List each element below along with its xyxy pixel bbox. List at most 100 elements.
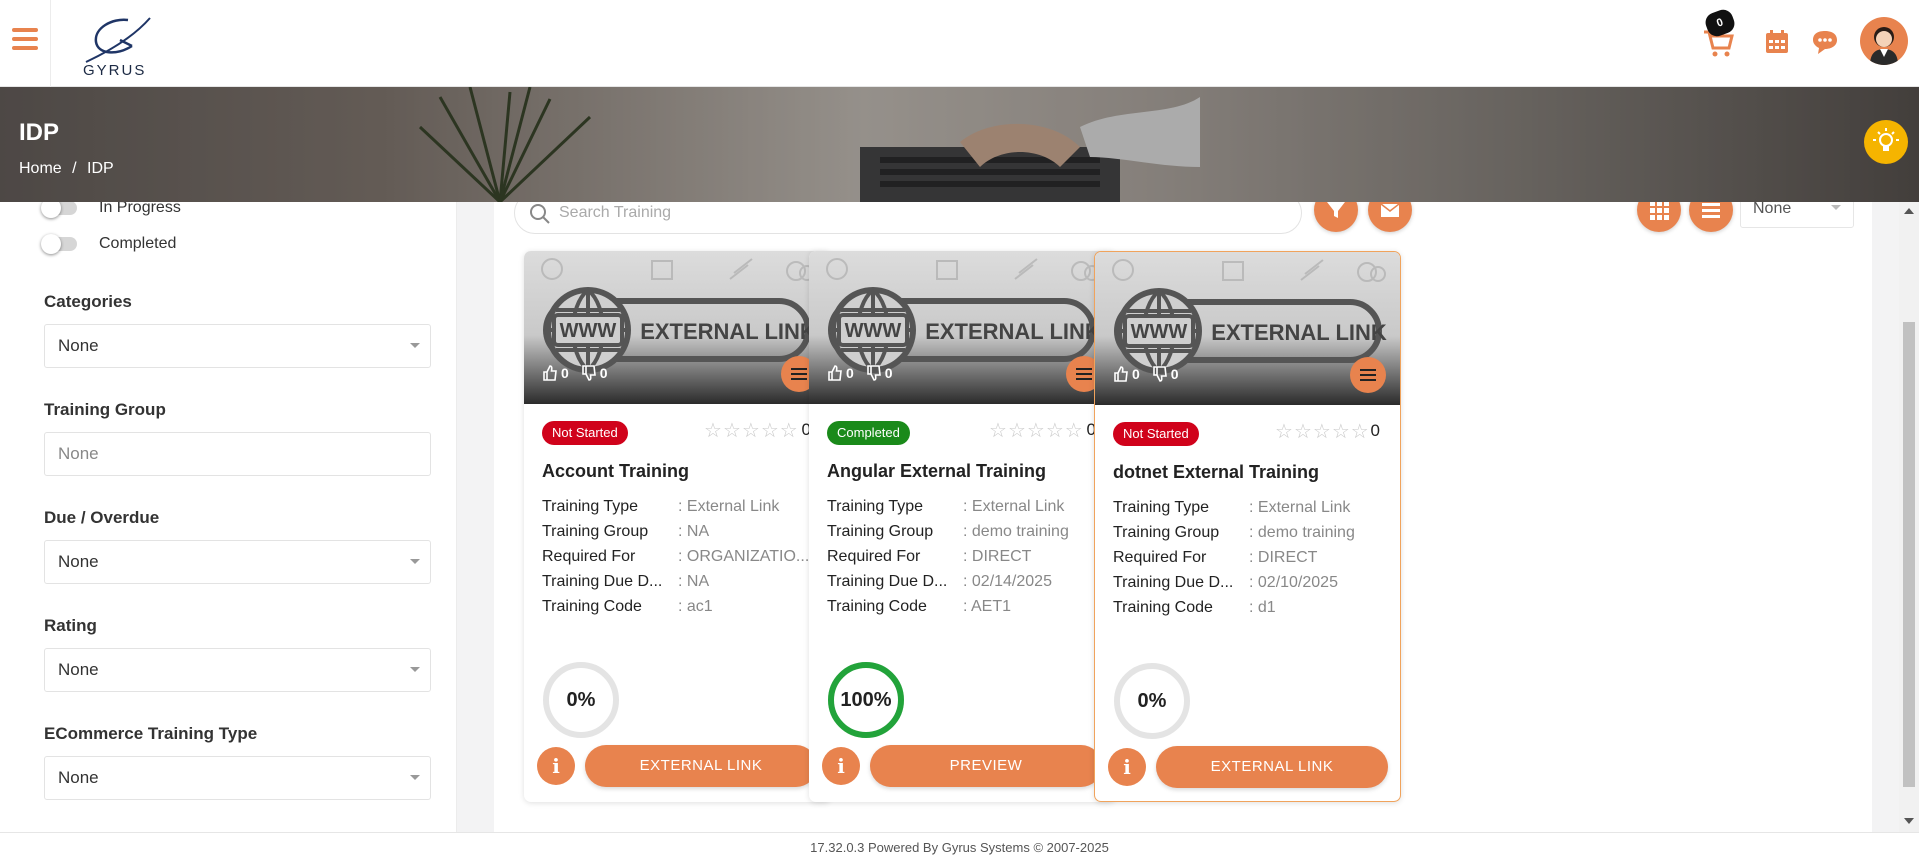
- star-icon: ☆: [722, 420, 741, 442]
- launch-button[interactable]: EXTERNAL LINK: [1156, 746, 1388, 788]
- status-badge: Not Started: [542, 421, 628, 445]
- header-divider: [50, 0, 51, 87]
- page-title: IDP: [19, 119, 60, 146]
- training-title[interactable]: dotnet External Training: [1113, 462, 1319, 483]
- detail-label: Training Code: [542, 598, 642, 615]
- calendar-icon[interactable]: [1759, 24, 1795, 60]
- star-rating[interactable]: ☆ ☆ ☆ ☆ ☆: [989, 419, 1083, 443]
- grid-view-button[interactable]: [1637, 202, 1681, 232]
- hamburger-menu-icon[interactable]: [12, 28, 38, 50]
- star-rating[interactable]: ☆ ☆ ☆ ☆ ☆: [1275, 420, 1369, 444]
- like-button[interactable]: 0: [542, 365, 569, 381]
- search-box[interactable]: [514, 202, 1302, 234]
- scrollbar-thumb[interactable]: [1903, 322, 1915, 787]
- thumbs-up-icon: [543, 365, 557, 381]
- detail-value: : NA: [678, 573, 710, 590]
- thumbs-up-icon: [1114, 366, 1128, 382]
- rating-label: Rating: [44, 616, 97, 635]
- lightbulb-icon: [1873, 128, 1899, 151]
- filter-button[interactable]: [1314, 202, 1358, 232]
- top-bar: GYRUS 0: [0, 0, 1919, 87]
- rating-select[interactable]: None: [44, 648, 431, 692]
- list-view-button[interactable]: [1689, 202, 1733, 232]
- detail-label: Training Group: [1113, 524, 1220, 541]
- toggle-in-progress[interactable]: In Progress: [41, 202, 181, 220]
- filter-sidebar: In Progress Completed Categories None Tr…: [0, 202, 457, 832]
- svg-text:EXTERNAL LINK: EXTERNAL LINK: [1211, 320, 1387, 345]
- sort-select[interactable]: None: [1740, 202, 1854, 228]
- detail-label: Training Type: [1113, 499, 1210, 516]
- thumbs-down-icon: [866, 365, 881, 381]
- search-icon: [530, 204, 550, 224]
- detail-row-required: Required For : ORGANIZATIO...: [542, 544, 817, 569]
- categories-select[interactable]: None: [44, 324, 431, 368]
- progress-ring: 0%: [542, 661, 620, 739]
- detail-row-type: Training Type: External Link: [1113, 495, 1388, 520]
- in-progress-switch[interactable]: [41, 202, 77, 218]
- detail-label: Required For: [542, 548, 636, 565]
- detail-value: : 02/10/2025: [1249, 574, 1338, 591]
- scroll-up-arrow-icon[interactable]: [1904, 208, 1914, 214]
- lightbulb-button[interactable]: [1864, 120, 1908, 164]
- ecommerce-type-select[interactable]: None: [44, 756, 431, 800]
- dislike-button[interactable]: 0: [866, 365, 893, 381]
- detail-value: : demo training: [1249, 524, 1355, 541]
- info-button[interactable]: i: [822, 747, 860, 785]
- star-icon: ☆: [741, 420, 760, 442]
- breadcrumb-home[interactable]: Home: [19, 160, 62, 177]
- training-title[interactable]: Angular External Training: [827, 461, 1046, 482]
- launch-button[interactable]: PREVIEW: [870, 745, 1102, 787]
- star-icon: ☆: [1312, 421, 1331, 443]
- training-card[interactable]: WWW EXTERNAL LINK 0 0 Not Started ☆ ☆ ☆ ☆ ☆ …: [1094, 251, 1401, 802]
- chat-icon[interactable]: [1807, 24, 1843, 60]
- training-content: None WWW EXTERNAL LINK 0: [494, 202, 1872, 832]
- launch-button[interactable]: EXTERNAL LINK: [585, 745, 817, 787]
- training-title[interactable]: Account Training: [542, 461, 689, 482]
- info-button[interactable]: i: [1108, 748, 1146, 786]
- page-scrollbar[interactable]: [1899, 202, 1919, 832]
- like-button[interactable]: 0: [827, 365, 854, 381]
- training-group-input[interactable]: None: [44, 432, 431, 476]
- dislike-button[interactable]: 0: [581, 365, 608, 381]
- info-button[interactable]: i: [537, 747, 575, 785]
- detail-row-required: Required For: DIRECT: [827, 544, 1102, 569]
- toggle-completed[interactable]: Completed: [41, 232, 176, 256]
- detail-value: : External Link: [963, 498, 1065, 515]
- star-rating[interactable]: ☆ ☆ ☆ ☆ ☆: [704, 419, 798, 443]
- detail-value: : DIRECT: [1249, 549, 1318, 566]
- detail-row-due: Training Due D...: 02/14/2025: [827, 569, 1102, 594]
- detail-label: Required For: [827, 548, 921, 565]
- training-details: Training Type: External Link Training Gro…: [827, 494, 1102, 619]
- banner-shade: [0, 87, 1919, 202]
- chevron-down-icon: [410, 343, 420, 348]
- training-card[interactable]: WWW EXTERNAL LINK 0 0 Completed ☆ ☆ ☆ ☆ ☆ 0: [809, 251, 1116, 802]
- user-avatar[interactable]: [1860, 17, 1908, 65]
- detail-value: : ORGANIZATIO...: [678, 548, 810, 565]
- svg-text:EXTERNAL LINK: EXTERNAL LINK: [640, 319, 816, 344]
- votes: 0 0: [827, 365, 893, 381]
- svg-text:WWW: WWW: [845, 320, 902, 342]
- star-icon: ☆: [760, 420, 779, 442]
- like-button[interactable]: 0: [1113, 366, 1140, 382]
- scroll-down-arrow-icon[interactable]: [1904, 818, 1914, 824]
- search-input[interactable]: [559, 202, 1259, 225]
- svg-text:EXTERNAL LINK: EXTERNAL LINK: [925, 319, 1101, 344]
- training-card[interactable]: WWW EXTERNAL LINK 0 0 Not Started ☆ ☆ ☆ ☆ ☆ …: [524, 251, 831, 802]
- status-badge: Completed: [827, 421, 910, 445]
- completed-switch[interactable]: [41, 234, 77, 254]
- breadcrumb-current: IDP: [87, 160, 114, 177]
- due-overdue-select[interactable]: None: [44, 540, 431, 584]
- page-banner: [0, 87, 1919, 202]
- email-button[interactable]: [1368, 202, 1412, 232]
- detail-row-type: Training Type : External Link: [827, 494, 1102, 519]
- svg-text:WWW: WWW: [1131, 321, 1188, 343]
- dislike-button[interactable]: 0: [1152, 366, 1179, 382]
- training-details: Training Type: External Link Training Gro…: [1113, 495, 1388, 620]
- card-menu-button[interactable]: [1350, 357, 1386, 393]
- detail-row-due: Training Due D...: 02/10/2025: [1113, 570, 1388, 595]
- envelope-icon: [1380, 203, 1400, 217]
- star-icon: ☆: [1007, 420, 1026, 442]
- detail-label: Training Type: [827, 498, 924, 515]
- progress-percent: 0%: [1137, 690, 1167, 712]
- detail-row-required: Required For: DIRECT: [1113, 545, 1388, 570]
